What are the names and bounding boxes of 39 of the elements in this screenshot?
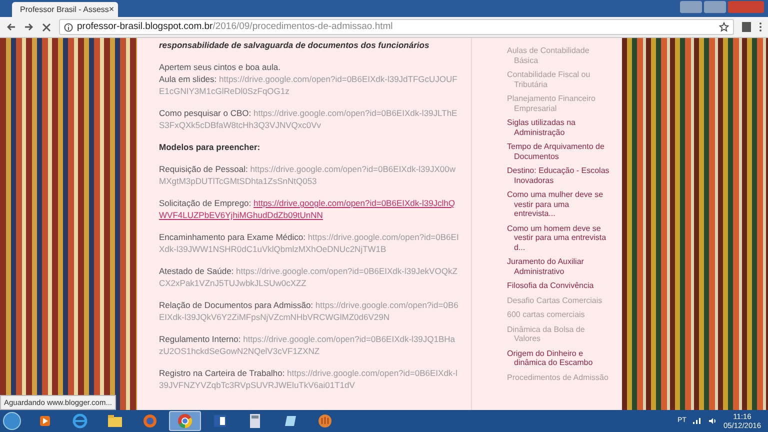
taskbar-app-button[interactable] <box>169 411 201 431</box>
post-paragraph: Atestado de Saúde: https://drive.google.com/open?id=0B6EIXdk-l39JekVOQkZCX2xPak1VZnJ5TUJwbkJLSUw0cXZZ <box>159 265 458 289</box>
sidebar-link[interactable]: Juramento do Auxiliar Administrativo <box>507 257 612 276</box>
folder-icon <box>106 412 124 430</box>
browser-e-icon <box>71 412 89 430</box>
post-paragraph: Solicitação de Emprego: https://drive.google.com/open?id=0B6EIXdk-l39JclhQWVF4LUZPbEV6YjhiMGhudDdZb09tUnNN <box>159 197 456 221</box>
post-paragraph: Relação de Documentos para Admissão: https://drive.google.com/open?id=0B6EIXdk-l39JQkV6Y2ZiMFpsNjVZcmNHbVRCWGlMZ0d6V29N <box>159 299 459 323</box>
post-paragraph: Requisição de Pessoal: https://drive.google.com/open?id=0B6EIXdk-l39JX00wMXgtM3pDUTlTcGMtSDhta1ZsSnNtQ053 <box>159 163 457 187</box>
browser-tab[interactable]: Professor Brasil - Assess× <box>12 2 118 17</box>
post-paragraph: Como pesquisar o CBO: https://drive.google.com/open?id=0B6EIXdk-l39JLThES3FxQXk5cDBfaW8tcHh3Q3VJNVQxc0Vv <box>159 107 458 131</box>
back-arrow-icon[interactable] <box>6 22 16 32</box>
sidebar-link[interactable]: Tempo de Arquivamento de Documentos <box>507 142 612 161</box>
close-tab-button[interactable]: × <box>108 2 114 16</box>
word-document-icon <box>211 412 229 430</box>
fox-globe-icon <box>141 412 159 430</box>
sidebar-link[interactable]: Filosofia da Convivência <box>507 281 612 290</box>
sidebar-link[interactable]: Como um homem deve se vestir para uma entrevista d... <box>507 224 612 252</box>
post-paragraph: Regulamento Interno: https://drive.google.com/open?id=0B6EIXdk-l39JQ1BHazU2OS1hckdSeGowN2NQelV3cVF1ZXNZ <box>159 333 456 357</box>
star-icon[interactable] <box>719 22 729 32</box>
sidebar-link[interactable]: Origem do Dinheiro e dinâmica do Escambo <box>507 348 612 368</box>
post-paragraph: Aula em slides: https://drive.google.com/open?id=0B6EIXdk-l39JdTFGcUJOUFE1cGNIY3M1cGlReDl0SzFqOG1z <box>159 73 458 97</box>
menu-icon[interactable] <box>759 22 762 32</box>
post-paragraph: Registro na Carteira de Trabalho: https://drive.google.com/open?id=0B6EIXdk-l39JVFNZYVZqbTc3RVpSUVRJWEluTkV6ai01T1dV <box>159 367 458 391</box>
network-signal-icon[interactable] <box>692 417 702 425</box>
sidebar-link[interactable]: Destino: Educação - Escolas Inovadoras <box>507 166 612 185</box>
post-heading: responsabilidade de salvaguarda de documentos dos funcionários <box>159 39 430 51</box>
stop-loading-icon[interactable] <box>42 22 51 32</box>
sidebar-link[interactable]: Siglas utilizadas na Administração <box>507 118 612 137</box>
url-text: professor-brasil.blogspot.com.br/2016/09/procedimentos-de-admissao.html <box>77 20 393 34</box>
speaker-icon[interactable] <box>708 417 718 425</box>
post-paragraph: Apertem seus cintos e boa aula. <box>159 61 282 73</box>
forward-arrow-icon[interactable] <box>24 22 34 32</box>
section-heading: Modelos para preencher: <box>159 141 262 153</box>
start-button[interactable] <box>3 412 21 430</box>
chrome-icon <box>176 412 194 430</box>
address-bar[interactable]: professor-brasil.blogspot.com.br/2016/09/procedimentos-de-admissao.html <box>59 19 734 35</box>
post-paragraph: Encaminhamento para Exame Médico: https://drive.google.com/open?id=0B6EIXdk-l39JWW1NSHR0dC1uVklQbmlzMXhOeDNUc2NjTW1B <box>159 231 459 255</box>
sidebar-link[interactable]: Como uma mulher deve se vestir para uma entrevista... <box>507 190 612 218</box>
info-icon[interactable] <box>64 22 73 32</box>
